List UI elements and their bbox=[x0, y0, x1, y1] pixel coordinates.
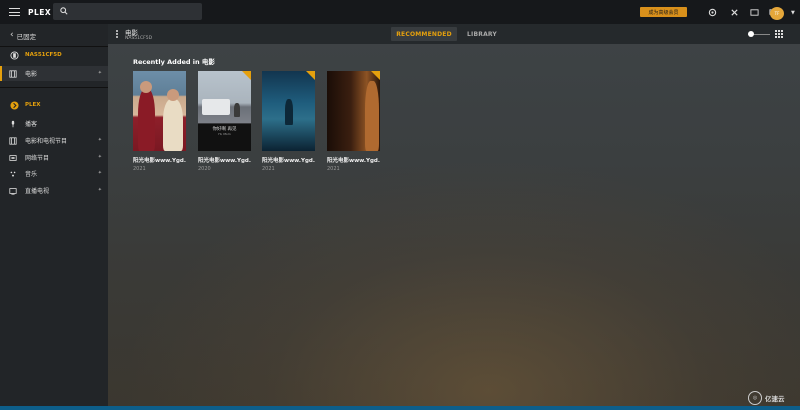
tv-icon bbox=[8, 186, 17, 195]
avatar: TF bbox=[770, 7, 784, 20]
movie-card[interactable]: 阳光电影www.Ygd... 2021 bbox=[133, 71, 186, 172]
film-icon bbox=[8, 136, 17, 145]
activity-icon[interactable] bbox=[707, 7, 717, 17]
sidebar-item-movies[interactable]: 电影 ✦ bbox=[0, 66, 108, 81]
chevron-down-icon: ▼ bbox=[791, 10, 795, 16]
more-options-icon[interactable] bbox=[116, 30, 118, 38]
poster-subcaption: Hi, Mom bbox=[218, 132, 231, 136]
movie-title[interactable]: 阳光电影www.Ygd... bbox=[133, 156, 186, 164]
plex-chevron-icon bbox=[10, 100, 19, 110]
pin-icon[interactable]: ✦ bbox=[98, 137, 102, 143]
server-icon bbox=[10, 50, 19, 60]
search-input[interactable] bbox=[53, 3, 202, 20]
tab-recommended[interactable]: RECOMMENDED bbox=[391, 27, 457, 41]
sidebar-item-label: 电影和电视节目 bbox=[25, 138, 68, 145]
server-header[interactable]: NAS51CF5D bbox=[10, 48, 108, 62]
film-icon bbox=[8, 69, 17, 78]
search-icon bbox=[60, 7, 68, 15]
music-icon bbox=[8, 169, 17, 178]
new-badge bbox=[371, 71, 380, 80]
pin-icon[interactable]: ✦ bbox=[98, 170, 102, 176]
new-badge bbox=[242, 71, 251, 80]
back-label: 已固定 bbox=[16, 32, 37, 41]
sidebar-item-podcasts[interactable]: 播客 bbox=[0, 116, 108, 131]
movie-year: 2021 bbox=[133, 166, 146, 172]
movie-year: 2021 bbox=[262, 166, 275, 172]
plex-section-header: PLEX bbox=[10, 98, 108, 112]
main-content: 电影 NAS51CF5D RECOMMENDED LIBRARY Recentl… bbox=[108, 24, 800, 410]
sidebar-item-live-tv[interactable]: 直播电视 ✦ bbox=[0, 183, 108, 198]
poster-size-slider-handle[interactable] bbox=[748, 31, 754, 37]
movie-poster[interactable] bbox=[327, 71, 380, 151]
grid-view-icon[interactable] bbox=[775, 30, 783, 38]
movie-year: 2020 bbox=[198, 166, 211, 172]
movie-card[interactable]: 阳光电影www.Ygd... 2021 bbox=[327, 71, 380, 172]
watermark: ◎ 亿速云 bbox=[748, 390, 796, 406]
library-server: NAS51CF5D bbox=[125, 36, 153, 41]
sidebar-item-web-shows[interactable]: 网络节目 ✦ bbox=[0, 150, 108, 165]
go-premium-button[interactable]: 成为高级会员 bbox=[640, 7, 687, 17]
movie-poster[interactable] bbox=[262, 71, 315, 151]
movie-poster[interactable]: 你好啊 再见 Hi, Mom bbox=[198, 71, 251, 151]
sidebar-item-music[interactable]: 音乐 ✦ bbox=[0, 166, 108, 181]
movie-title[interactable]: 阳光电影www.Ygd... bbox=[198, 156, 251, 164]
pin-icon[interactable]: ✦ bbox=[98, 187, 102, 193]
plex-logo[interactable]: PLEX bbox=[28, 8, 51, 17]
sidebar: ‹ 已固定 NAS51CF5D 电影 ✦ PLEX 播客 电影和电视节目 ✦ 网… bbox=[0, 24, 108, 410]
movie-card[interactable]: 阳光电影www.Ygd... 2021 bbox=[262, 71, 315, 172]
section-title[interactable]: Recently Added in 电影 bbox=[133, 56, 215, 66]
tab-library[interactable]: LIBRARY bbox=[464, 27, 500, 41]
plex-section-label: PLEX bbox=[25, 102, 41, 108]
microphone-icon bbox=[8, 119, 17, 128]
settings-tools-icon[interactable] bbox=[729, 7, 739, 17]
movie-poster[interactable] bbox=[133, 71, 186, 151]
sidebar-item-label: 网络节目 bbox=[25, 155, 50, 162]
taskbar-strip bbox=[0, 406, 800, 410]
divider bbox=[0, 87, 108, 88]
new-badge bbox=[306, 71, 315, 80]
server-name: NAS51CF5D bbox=[25, 52, 62, 58]
movie-title[interactable]: 阳光电影www.Ygd... bbox=[327, 156, 380, 164]
pin-icon[interactable]: ✦ bbox=[98, 154, 102, 160]
sidebar-item-movies-tv[interactable]: 电影和电视节目 ✦ bbox=[0, 133, 108, 148]
movie-card[interactable]: 你好啊 再见 Hi, Mom 阳光电影www.Ygd... 2020 bbox=[198, 71, 251, 172]
user-menu[interactable]: TF ▼ bbox=[770, 4, 796, 20]
movie-title[interactable]: 阳光电影www.Ygd... bbox=[262, 156, 315, 164]
cast-icon[interactable] bbox=[749, 7, 759, 17]
back-button[interactable]: ‹ 已固定 bbox=[0, 26, 108, 45]
divider bbox=[0, 46, 108, 47]
pin-icon[interactable]: ✦ bbox=[98, 70, 102, 76]
sidebar-item-label: 播客 bbox=[25, 121, 38, 128]
sidebar-item-label: 音乐 bbox=[25, 171, 38, 178]
menu-icon[interactable] bbox=[9, 8, 20, 16]
sidebar-item-label: 电影 bbox=[25, 71, 38, 78]
watermark-text: 亿速云 bbox=[765, 395, 785, 403]
top-bar: PLEX 成为高级会员 TF ▼ bbox=[0, 0, 800, 24]
sidebar-item-label: 直播电视 bbox=[25, 188, 50, 195]
web-show-icon bbox=[8, 153, 17, 162]
movie-year: 2021 bbox=[327, 166, 340, 172]
watermark-logo-icon: ◎ bbox=[748, 391, 762, 405]
chevron-left-icon: ‹ bbox=[10, 30, 14, 40]
library-header: 电影 NAS51CF5D RECOMMENDED LIBRARY bbox=[108, 24, 800, 44]
